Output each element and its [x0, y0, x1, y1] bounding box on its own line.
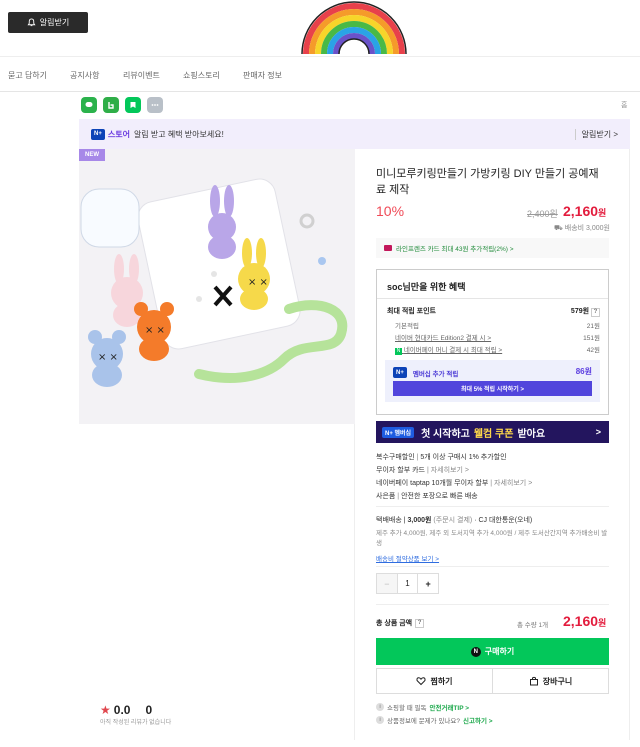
review-summary[interactable]: ★ 0.0 0 — [100, 703, 152, 717]
share-icons — [81, 97, 163, 113]
membership-box: N+ 멤버십 추가 적립 86원 최대 5% 적립 시작하기 > — [385, 360, 600, 402]
nav-item-notice[interactable]: 공지사항 — [70, 70, 99, 81]
shipping-save-link[interactable]: 배송비 절약상품 보기 > — [376, 553, 609, 563]
benefit-divider — [377, 298, 608, 299]
shopping-bag-icon — [529, 676, 538, 686]
info-icon: i — [376, 716, 384, 724]
store-alarm-banner: N+ 스토어 알림 받고 혜택 받아보세요! 알림받기 > — [79, 119, 630, 149]
npay-icon: N — [470, 646, 481, 657]
nav-item-shopping-story[interactable]: 쇼핑스토리 — [183, 70, 220, 81]
original-price: 2,400원 — [527, 209, 558, 219]
nplus-badge: N+ — [91, 128, 105, 140]
npay-icon: N — [395, 348, 402, 355]
report-note: i 상품정보에 문제가 있나요? 신고하기 > — [376, 715, 493, 725]
truck-icon: ⛟ — [554, 225, 563, 232]
store-nav: 묻고 답하기 공지사항 리뷰이벤트 쇼핑스토리 판매자 정보 — [0, 56, 640, 92]
max-points-value: 579원 — [570, 308, 590, 315]
no-review-text: 아직 작성된 리뷰가 없습니다 — [100, 720, 172, 726]
info-icon: i — [376, 703, 384, 711]
safe-trade-note: i 쇼핑할 때 필독 안전거래TIP > — [376, 702, 469, 712]
product-title: 미니모루키링만들기 가방키링 DIY 만들기 공예재료 제작 — [376, 168, 599, 196]
membership-value: 86원 — [575, 367, 592, 376]
product-image[interactable]: × × × × × × NEW — [79, 149, 355, 424]
svg-text:× ×: × × — [98, 352, 118, 363]
shipping-extra: 제주 추가 4,000원, 제주 외 도서지역 추가 4,000원 / 제주 도… — [376, 530, 608, 547]
membership-label: N+ 멤버십 추가 적립 — [393, 367, 458, 378]
total-label: 총 상품 금액 ? — [376, 618, 425, 628]
new-badge: NEW — [79, 149, 105, 161]
bell-plus-icon — [27, 18, 36, 27]
alarm-button-label: 알림받기 — [39, 18, 70, 27]
image-area-bottom — [79, 424, 355, 740]
band-share-icon[interactable] — [103, 97, 119, 113]
top-header: 알림받기 — [0, 0, 640, 56]
benefit-header: soc님만을 위한 혜택 — [387, 282, 466, 292]
nav-item-qna[interactable]: 묻고 답하기 — [8, 70, 47, 81]
more-share-icon[interactable] — [147, 97, 163, 113]
npay-detail-link[interactable]: 자세히보기 > — [494, 480, 532, 487]
help-icon[interactable]: ? — [415, 618, 425, 628]
nav-item-seller-info[interactable]: 판매자 정보 — [243, 70, 282, 81]
multi-buy-discount: 복수구매할인 | 5개 이상 구매시 1% 추가할인 — [376, 454, 507, 461]
chevron-right-icon: > — [595, 427, 601, 437]
shipping-info: 택배배송 | 3,000원 (주문시 결제) · CJ 대한통운(오네) 제주 … — [376, 517, 609, 563]
quantity-input[interactable]: 1 — [396, 574, 419, 593]
alarm-button[interactable]: 알림받기 — [8, 12, 88, 33]
home-link[interactable]: 홈 — [621, 100, 627, 110]
total-price: 2,160원 — [563, 613, 607, 629]
quantity-plus-button[interactable]: + — [418, 574, 438, 593]
gift-info: 사은품 | 안전한 포장으로 빠른 배송 — [376, 493, 478, 500]
cart-button[interactable]: 장바구니 — [492, 668, 609, 694]
membership-coupon-banner[interactable]: N+ 멤버십 첫 시작하고 웰컴 쿠폰 받아요 > — [376, 421, 609, 443]
divider — [376, 604, 609, 605]
wish-button[interactable]: 찜하기 — [376, 668, 493, 694]
keyring-photo: × × × × × × — [79, 149, 355, 424]
nav-item-review-event[interactable]: 리뷰이벤트 — [123, 70, 160, 81]
heart-icon — [416, 677, 427, 686]
star-icon: ★ — [100, 703, 111, 717]
max-points-label: 최대 적립 포인트 — [387, 308, 436, 315]
safe-trade-link[interactable]: 안전거래TIP > — [430, 702, 470, 712]
benefit-row: 기본적립 21원 — [395, 323, 600, 330]
banner-message: 알림 받고 혜택 받아보세요! — [133, 129, 224, 139]
discount-rate: 10% — [376, 203, 405, 219]
review-score: 0.0 — [113, 703, 131, 717]
npay-installment-info: 네이버페이 taptap 10개월 무이자 할부 | 자세히보기 > — [376, 480, 533, 487]
installment-detail-link[interactable]: 자세히보기 > — [431, 467, 469, 474]
benefit-row[interactable]: 네이버 현대카드 Edition2 결제 시 > 151원 — [387, 332, 600, 342]
banner-store-label: 스토어 — [107, 129, 130, 139]
card-benefit-text: 라인프렌즈 카드 최대 43원 추가적립(2%) > — [396, 246, 514, 253]
buy-button[interactable]: N 구매하기 — [376, 638, 609, 665]
card-benefit-link[interactable]: 라인프렌즈 카드 최대 43원 추가적립(2%) > — [376, 238, 609, 258]
shipping-fee-summary: ⛟ 배송비 3,000원 — [554, 225, 610, 232]
banner-alarm-link[interactable]: 알림받기 > — [574, 128, 618, 140]
membership-start-button[interactable]: 최대 5% 적립 시작하기 > — [393, 381, 592, 396]
max-points-row: 최대 적립 포인트 579원 ? — [387, 306, 600, 317]
quantity-minus-button[interactable]: − — [377, 574, 397, 593]
divider — [376, 506, 609, 507]
sale-price: 2,160원 — [563, 203, 607, 219]
help-icon[interactable]: ? — [591, 307, 600, 317]
svg-text:× ×: × × — [248, 277, 268, 288]
total-quantity: 총 수량 1개 — [517, 622, 549, 629]
line-share-icon[interactable] — [81, 97, 97, 113]
divider — [376, 566, 609, 567]
membership-badge: N+ 멤버십 — [382, 426, 415, 438]
card-icon — [384, 245, 392, 251]
nplus-badge: N+ — [393, 367, 407, 378]
quantity-stepper: − 1 + — [376, 573, 439, 594]
installment-card-info: 무이자 할부 카드 | 자세히보기 > — [376, 467, 469, 474]
svg-text:× ×: × × — [145, 325, 165, 336]
blog-share-icon[interactable] — [125, 97, 141, 113]
review-count: 0 — [145, 703, 153, 717]
benefit-box: soc님만을 위한 혜택 최대 적립 포인트 579원 ? 기본적립 21원 네… — [376, 269, 609, 415]
rainbow-logo[interactable] — [300, 0, 408, 56]
benefit-row[interactable]: N 네이버페이 머니 결제 시 최대 적립 > 42원 — [387, 344, 600, 355]
report-link[interactable]: 신고하기 > — [463, 715, 493, 725]
